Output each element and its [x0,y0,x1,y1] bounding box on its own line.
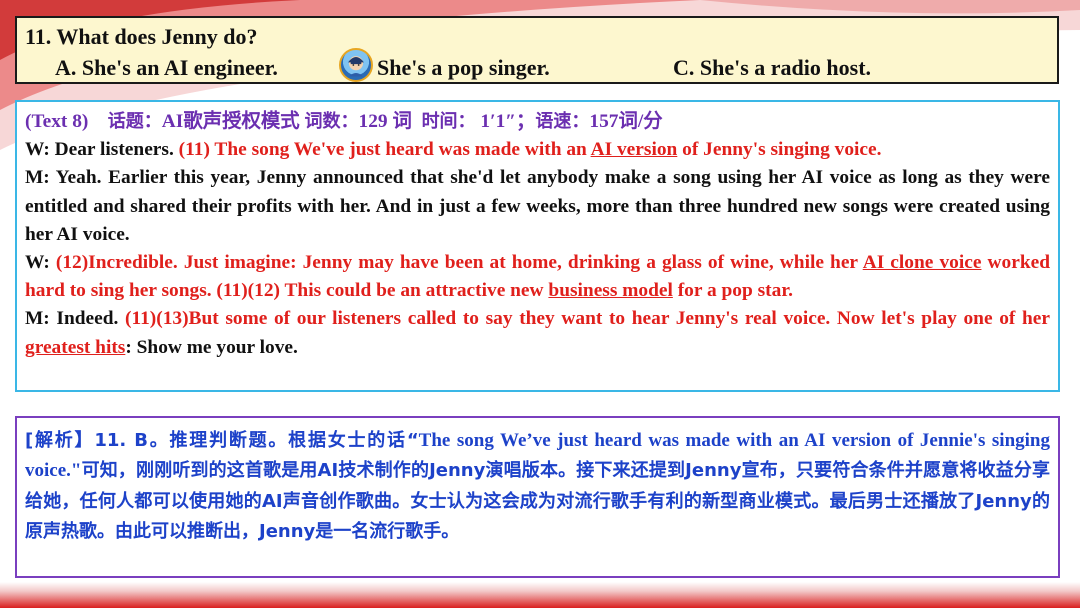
speaker-m: M: Indeed. [25,308,125,330]
highlight-text: for a pop star. [672,280,794,302]
highlight-text: of Jenny's singing voice. [677,139,882,161]
underlined-phrase: AI clone voice [862,252,982,274]
underlined-phrase: AI version [590,139,678,161]
underlined-phrase: business model [548,280,673,302]
time-label: 时间： [421,111,476,132]
transcript-paragraph-1: W: Dear listeners. (11) The song We've j… [25,136,1050,164]
speed-value: 157词/分 [589,111,663,132]
analysis-box: [解析】11. B。推理判断题。根据女士的话“The song We’ve ju… [15,416,1060,578]
analysis-intro: [解析】11. B。推理判断题。根据女士的话“ [25,430,419,451]
highlight-text: (12)Incredible. Just imagine: Jenny may … [55,252,863,274]
wordcount-value: 129 词 [358,111,412,132]
transcript-box: (Text 8) 话题：AI歌声授权模式 词数：129 词 时间： 1′1″；语… [15,100,1060,392]
highlight-text: (11) The song We've just heard was made … [178,139,591,161]
topic-label: 话题： [107,111,162,132]
bottom-red-band [0,582,1080,608]
speaker-w: W: [25,252,56,274]
option-c[interactable]: C. She's a radio host. [673,55,871,81]
topic-value: AI歌声授权模式 [161,111,300,132]
transcript-header: (Text 8) 话题：AI歌声授权模式 词数：129 词 时间： 1′1″；语… [25,108,1050,136]
question-box: 11. What does Jenny do? A. She's an AI e… [15,16,1059,84]
option-a[interactable]: A. She's an AI engineer. [55,55,278,81]
underlined-phrase: greatest hits [25,336,126,358]
question-stem: 11. What does Jenny do? [25,24,258,49]
speaker-w: W: Dear listeners. [25,139,179,161]
transcript-paragraph-3: W: (12)Incredible. Just imagine: Jenny m… [25,249,1050,305]
option-b[interactable]: She's a pop singer. [377,55,550,81]
wordcount-label: 词数： [304,111,359,132]
transcript-paragraph-2: M: Yeah. Earlier this year, Jenny announ… [25,167,1050,245]
analysis-body: 可知，刚刚听到的这首歌是用AI技术制作的Jenny演唱版本。接下来还提到Jenn… [25,460,1050,543]
time-value: 1′1″； [480,111,536,132]
speed-label: 语速： [535,111,590,132]
song-title-text: : Show me your love. [125,336,298,358]
highlight-text: (11)(13)But some of our listeners called… [125,308,1050,330]
answer-marker-avatar-icon [339,48,373,82]
transcript-paragraph-4: M: Indeed. (11)(13)But some of our liste… [25,305,1050,361]
text-label: (Text 8) [25,111,89,132]
